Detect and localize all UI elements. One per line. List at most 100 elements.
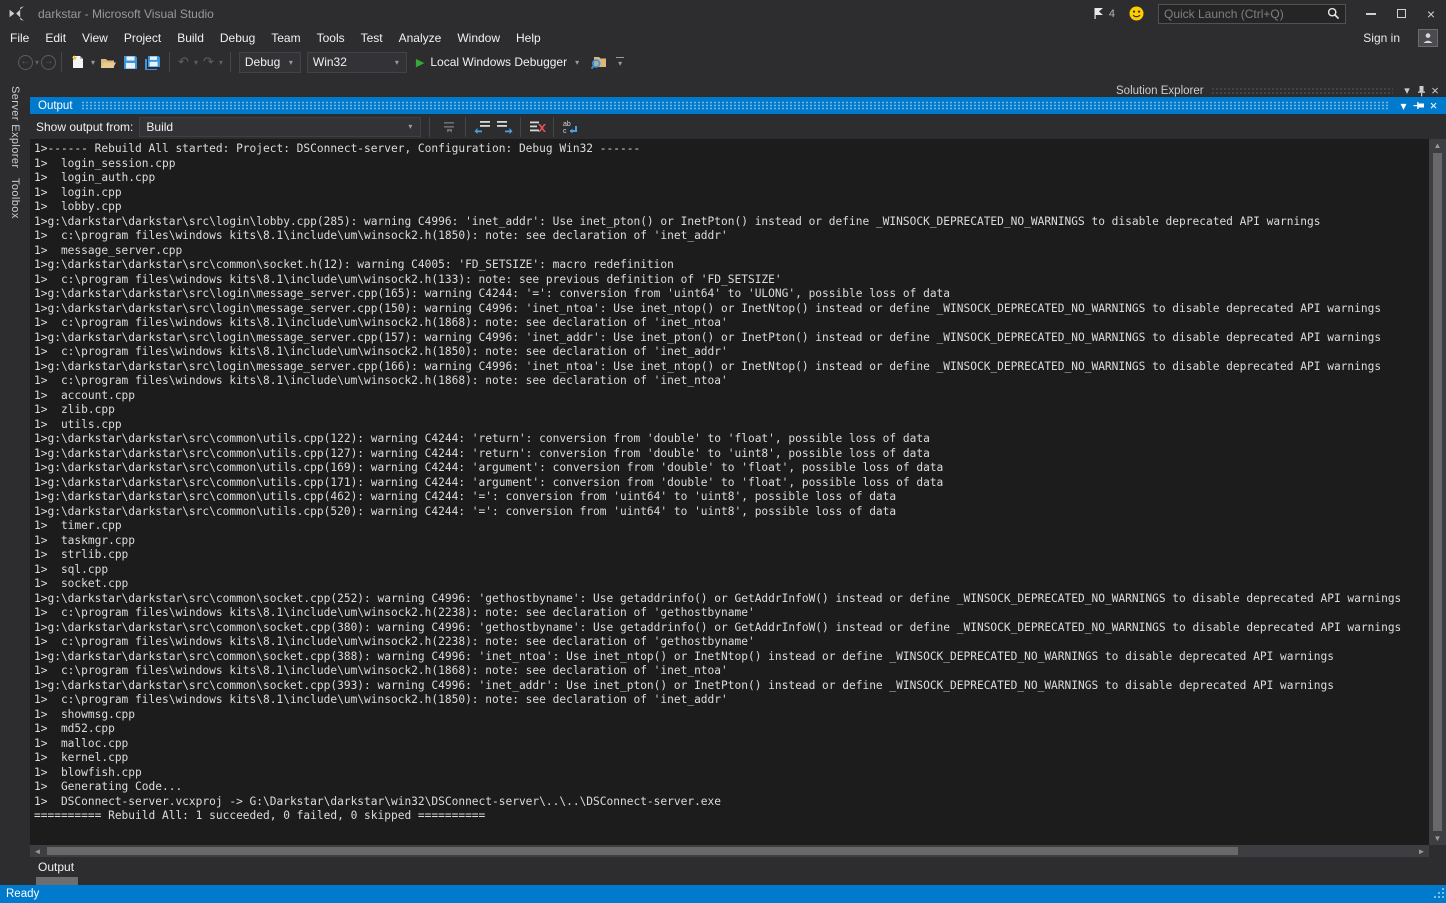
output-line: 1>g:\darkstar\darkstar\src\login\message…	[34, 287, 1429, 302]
menu-item[interactable]: Tools	[309, 29, 353, 47]
minimize-button[interactable]	[1356, 0, 1386, 27]
solution-explorer-pin-button[interactable]	[1414, 84, 1428, 98]
scroll-down-icon[interactable]: ▼	[1434, 832, 1442, 845]
scroll-up-icon[interactable]: ▲	[1434, 139, 1442, 152]
vertical-scrollbar[interactable]: ▲ ▼	[1429, 139, 1446, 845]
output-line: 1> DSConnect-server.vcxproj -> G:\Darkst…	[34, 795, 1429, 810]
output-pin-button[interactable]	[1411, 98, 1426, 113]
pin-horizontal-icon	[1413, 101, 1425, 110]
attach-to-process-button[interactable]	[587, 50, 610, 74]
save-all-button[interactable]	[141, 50, 164, 74]
navigate-backward-icon: ←	[21, 57, 31, 67]
menu-item[interactable]: Help	[508, 29, 549, 47]
solution-configuration-combo[interactable]: Debug ▾	[239, 52, 301, 73]
start-debugging-button[interactable]: ▶ Local Windows Debugger ▾	[416, 55, 581, 69]
solution-platform-combo[interactable]: Win32 ▾	[307, 52, 407, 73]
avatar-icon	[1422, 32, 1434, 44]
flag-icon	[1093, 7, 1105, 20]
find-message-in-code-button[interactable]	[438, 117, 460, 137]
solution-configuration-value: Debug	[245, 55, 280, 69]
close-button[interactable]: ×	[1416, 0, 1446, 27]
menu-bar: FileEditViewProjectBuildDebugTeamToolsTe…	[0, 27, 1446, 48]
output-line: 1> timer.cpp	[34, 519, 1429, 534]
vertical-scroll-thumb[interactable]	[1433, 153, 1442, 831]
output-title-bar[interactable]: Output ▾ ×	[30, 97, 1446, 114]
active-tab-indicator	[36, 877, 78, 885]
next-message-icon	[496, 119, 513, 134]
new-project-dropdown[interactable]: ▾	[89, 58, 97, 67]
previous-message-button[interactable]	[471, 117, 493, 137]
notifications-flag-button[interactable]: 4	[1093, 7, 1115, 20]
navigate-forward-button[interactable]: →	[41, 55, 56, 70]
horizontal-scroll-thumb[interactable]	[47, 847, 1238, 855]
menu-item[interactable]: File	[2, 29, 37, 47]
menu-item[interactable]: Project	[116, 29, 169, 47]
resize-grip[interactable]	[1432, 886, 1445, 902]
navigate-backward-dropdown[interactable]: ▾	[33, 58, 41, 67]
save-button[interactable]	[120, 50, 141, 74]
output-line: 1> c:\program files\windows kits\8.1\inc…	[34, 273, 1429, 288]
horizontal-scrollbar[interactable]: ◄ ►	[30, 845, 1429, 857]
menu-item[interactable]: Build	[169, 29, 212, 47]
output-close-button[interactable]: ×	[1426, 98, 1441, 113]
feedback-smiley-button[interactable]	[1129, 6, 1144, 21]
output-line: 1>g:\darkstar\darkstar\src\common\socket…	[34, 258, 1429, 273]
status-bar: Ready	[0, 885, 1446, 903]
scroll-right-icon[interactable]: ►	[1414, 847, 1429, 856]
solution-explorer-close-button[interactable]: ×	[1428, 84, 1442, 98]
main-area: Server ExplorerToolbox Solution Explorer…	[0, 76, 1446, 885]
title-bar: darkstar - Microsoft Visual Studio 4 ×	[0, 0, 1446, 27]
drag-grip	[81, 101, 1388, 110]
menu-item[interactable]: View	[74, 29, 116, 47]
account-avatar-button[interactable]	[1418, 29, 1438, 47]
chevron-down-icon: ▾	[393, 58, 401, 67]
redo-button[interactable]: ↷	[200, 50, 217, 74]
new-project-button[interactable]	[67, 50, 89, 74]
menu-item[interactable]: Test	[353, 29, 391, 47]
menu-item[interactable]: Debug	[212, 29, 263, 47]
redo-dropdown[interactable]: ▾	[217, 58, 225, 67]
undo-icon: ↶	[178, 54, 189, 70]
output-line: 1> login_session.cpp	[34, 157, 1429, 172]
svg-text:ab: ab	[563, 121, 571, 128]
menu-item[interactable]: Window	[449, 29, 508, 47]
quick-launch-input[interactable]	[1164, 7, 1327, 21]
word-wrap-icon: abc	[562, 119, 579, 134]
output-source-combo[interactable]: Build ▾	[139, 117, 421, 137]
output-line: 1> socket.cpp	[34, 577, 1429, 592]
solution-explorer-window-menu[interactable]: ▾	[1400, 84, 1414, 98]
menu-item[interactable]: Edit	[37, 29, 74, 47]
next-message-button[interactable]	[493, 117, 515, 137]
output-line: 1> c:\program files\windows kits\8.1\inc…	[34, 374, 1429, 389]
output-window-menu[interactable]: ▾	[1396, 98, 1411, 113]
output-line: 1> c:\program files\windows kits\8.1\inc…	[34, 316, 1429, 331]
tab-output[interactable]: Output	[34, 860, 78, 874]
scroll-left-icon[interactable]: ◄	[30, 847, 45, 856]
menu-item[interactable]: Team	[263, 29, 308, 47]
output-line: 1> malloc.cpp	[34, 737, 1429, 752]
autohide-tab[interactable]: Server Explorer	[9, 86, 21, 168]
output-line: 1> sql.cpp	[34, 563, 1429, 578]
open-file-button[interactable]	[97, 50, 120, 74]
quick-launch-box[interactable]	[1158, 4, 1346, 24]
close-icon: ×	[1427, 7, 1435, 21]
toggle-word-wrap-button[interactable]: abc	[559, 117, 581, 137]
output-line: 1> login_auth.cpp	[34, 171, 1429, 186]
chevron-down-icon: ▾	[1404, 84, 1410, 97]
undo-dropdown[interactable]: ▾	[192, 58, 200, 67]
clear-all-button[interactable]	[526, 117, 548, 137]
sign-in-link[interactable]: Sign in	[1363, 31, 1400, 45]
toolbar-options-button[interactable]: ▾	[616, 57, 624, 68]
output-log[interactable]: 1>------ Rebuild All started: Project: D…	[30, 139, 1429, 845]
status-text: Ready	[6, 888, 39, 900]
play-icon: ▶	[416, 56, 424, 69]
maximize-button[interactable]	[1386, 0, 1416, 27]
navigate-backward-button[interactable]: ←	[18, 55, 33, 70]
chevron-down-icon: ▾	[287, 58, 295, 67]
undo-button[interactable]: ↶	[175, 50, 192, 74]
output-line: 1> md52.cpp	[34, 722, 1429, 737]
resize-grip-icon	[1432, 886, 1445, 899]
menu-item[interactable]: Analyze	[391, 29, 450, 47]
autohide-tab[interactable]: Toolbox	[9, 178, 21, 219]
output-line: 1> account.cpp	[34, 389, 1429, 404]
